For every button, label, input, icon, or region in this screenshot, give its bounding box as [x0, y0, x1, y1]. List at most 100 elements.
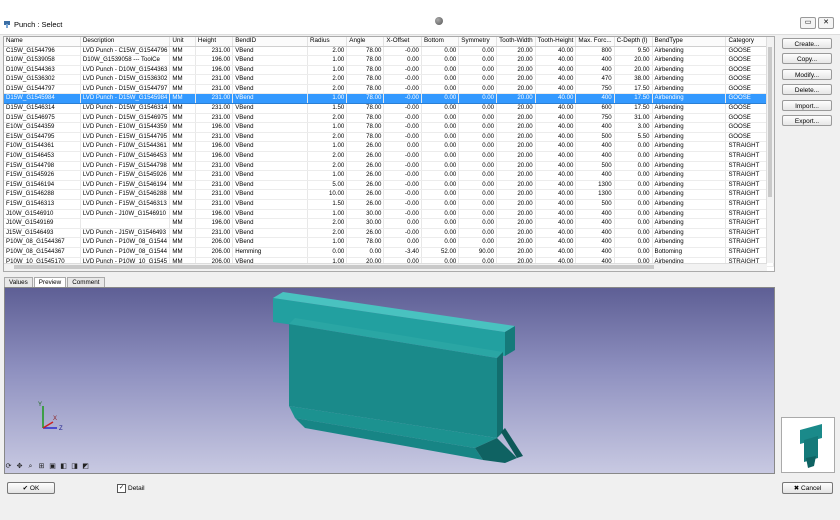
- table-row[interactable]: D10W_G1544363 LVD Punch - D10W_G1544363 MM…: [4, 65, 774, 76]
- table-cell: Airbending: [652, 199, 727, 210]
- table-cell: MM: [169, 46, 196, 57]
- table-cell: 40.00: [535, 65, 577, 76]
- table-row[interactable]: P10W_08_G1544367 LVD Punch - P10W_08_G154…: [4, 237, 774, 248]
- rotate-icon[interactable]: ⟳: [4, 462, 13, 471]
- column-header[interactable]: BendID: [232, 37, 308, 47]
- export-button[interactable]: Export...: [782, 114, 832, 126]
- tab-comment[interactable]: Comment: [67, 277, 105, 287]
- table-cell: 40.00: [535, 103, 577, 114]
- modify-button[interactable]: Modify...: [782, 68, 832, 80]
- table-cell: 5.50: [614, 132, 653, 143]
- tab-values[interactable]: Values: [4, 277, 33, 287]
- table-cell: 78.00: [346, 55, 385, 66]
- column-header[interactable]: Tooth-Width: [496, 37, 536, 47]
- table-cell: 20.00: [496, 65, 536, 76]
- column-header[interactable]: Symmetry: [458, 37, 498, 47]
- column-header[interactable]: Radius: [307, 37, 348, 47]
- column-header[interactable]: Tooth-Height: [535, 37, 577, 47]
- table-row[interactable]: P10W_08_G1544367 LVD Punch - P10W_08_G154…: [4, 247, 774, 258]
- table-row[interactable]: F10W_G1546453 LVD Punch - F10W_G1546453 MM…: [4, 151, 774, 162]
- view-iso-icon[interactable]: ◩: [81, 462, 90, 471]
- table-cell: 2.00: [307, 74, 348, 85]
- zoom-icon[interactable]: ⌕: [26, 462, 35, 471]
- table-cell: 78.00: [346, 65, 385, 76]
- table-cell: Airbending: [652, 46, 727, 57]
- table-row[interactable]: J10W_G1549169 MM 196.00 VBend 2.00 30.00 0.00 0…: [4, 218, 774, 229]
- pan-icon[interactable]: ✥: [15, 462, 24, 471]
- detail-checkbox-row[interactable]: ✓ Detail: [117, 484, 145, 493]
- column-header[interactable]: Height: [195, 37, 234, 47]
- table-row[interactable]: E15W_G1544795 LVD Punch - E15W_G1544795 MM…: [4, 132, 774, 143]
- table-row[interactable]: D15W_G1545984 LVD Punch - D15W_G1545984 MM…: [4, 93, 774, 105]
- detail-checkbox[interactable]: ✓: [117, 484, 126, 493]
- status-orb-icon: [435, 17, 443, 25]
- table-cell: -0.00: [383, 122, 422, 133]
- column-header[interactable]: Name: [4, 37, 81, 47]
- preview-3d-viewport[interactable]: Y Z X: [4, 287, 775, 474]
- table-row[interactable]: J15W_G1546493 LVD Punch - J15W_G1546493 MM…: [4, 228, 774, 239]
- table-row[interactable]: F10W_G1544361 LVD Punch - F10W_G1544361 MM…: [4, 141, 774, 153]
- table-cell: Airbending: [652, 84, 727, 95]
- table-cell: -0.00: [383, 93, 422, 105]
- vertical-scrollbar[interactable]: [766, 37, 774, 263]
- table-cell: 0.00: [421, 209, 460, 220]
- table-cell: 30.00: [346, 209, 385, 220]
- table-cell: 40.00: [535, 46, 577, 57]
- table-cell: 0.00: [614, 199, 653, 210]
- table-cell: 78.00: [346, 93, 385, 105]
- view-front-icon[interactable]: ◧: [59, 462, 68, 471]
- column-header[interactable]: Bottom: [421, 37, 460, 47]
- table-row[interactable]: F15W_G1546194 LVD Punch - F15W_G1546194 MM…: [4, 180, 774, 191]
- table-row[interactable]: E10W_G1544359 LVD Punch - E10W_G1544359 MM…: [4, 122, 774, 133]
- table-row[interactable]: J10W_G1546910 LVD Punch - J10W_G1546910 MM…: [4, 209, 774, 220]
- table-cell: 40.00: [535, 180, 577, 191]
- column-header[interactable]: Description: [80, 37, 171, 47]
- table-row[interactable]: D15W_G1546314 LVD Punch - D15W_G1546314 MM…: [4, 103, 774, 114]
- column-header[interactable]: Unit: [169, 37, 196, 47]
- fit-icon[interactable]: ▣: [48, 462, 57, 471]
- view-side-icon[interactable]: ◨: [70, 462, 79, 471]
- table-row[interactable]: F15W_G1544798 LVD Punch - F15W_G1544798 MM…: [4, 161, 774, 172]
- punch-select-window: Punch : Select ▭ ✕ Name Description Unit He…: [0, 0, 840, 520]
- axis-label-z: Z: [59, 426, 63, 432]
- table-row[interactable]: D15W_G1536302 LVD Punch - D15W_G1536302 MM…: [4, 74, 774, 85]
- table-cell: 1300: [575, 180, 615, 191]
- table-cell: MM: [169, 65, 196, 76]
- table-cell: 0.00: [421, 141, 460, 153]
- window-close-icon[interactable]: ✕: [818, 17, 834, 29]
- horizontal-scrollbar[interactable]: [4, 263, 767, 271]
- table-row[interactable]: D10W_G1539058 D10W_G1539058 --- ToolCe MM 1…: [4, 55, 774, 66]
- table-cell: 52.00: [421, 247, 460, 258]
- table-cell: VBend: [232, 132, 308, 143]
- table-cell: Airbending: [652, 237, 727, 248]
- table-cell: 0.00: [614, 247, 653, 258]
- column-header[interactable]: C-Depth (l): [614, 37, 653, 47]
- window-restore-icon[interactable]: ▭: [800, 17, 816, 29]
- column-header[interactable]: X-Offset: [383, 37, 422, 47]
- table-row[interactable]: D15W_G1546975 LVD Punch - D15W_G1546975 MM…: [4, 113, 774, 124]
- table-row[interactable]: F15W_G1545926 LVD Punch - F15W_G1545926 MM…: [4, 170, 774, 181]
- table-cell: 20.00: [496, 132, 536, 143]
- cancel-button[interactable]: ✖ Cancel: [782, 482, 833, 494]
- table-cell: 470: [575, 74, 615, 85]
- ok-button[interactable]: ✔ OK: [7, 482, 55, 494]
- zoom-window-icon[interactable]: ⊞: [37, 462, 46, 471]
- column-header[interactable]: BendType: [652, 37, 727, 47]
- column-header[interactable]: Angle: [346, 37, 385, 47]
- table-cell: [80, 218, 171, 229]
- punch-grid: Name Description Unit Height BendID Radius Ang…: [4, 37, 774, 268]
- table-cell: Airbending: [652, 55, 727, 66]
- copy-button[interactable]: Copy...: [782, 53, 832, 65]
- table-row[interactable]: C15W_G1544796 LVD Punch - C15W_G1544796 MM…: [4, 46, 774, 57]
- table-cell: F10W_G1546453: [4, 151, 81, 162]
- column-header[interactable]: Max. Forc...: [575, 37, 615, 47]
- create-button[interactable]: Create...: [782, 38, 832, 49]
- table-row[interactable]: F15W_G1546313 LVD Punch - F15W_G1546313 MM…: [4, 199, 774, 210]
- preview-thumbnail: [781, 417, 835, 473]
- table-cell: LVD Punch - P10W_08_G1544: [80, 247, 171, 258]
- delete-button[interactable]: Delete...: [782, 84, 832, 96]
- table-cell: 0.00: [421, 170, 460, 181]
- table-row[interactable]: F15W_G1546288 LVD Punch - F15W_G1546288 MM…: [4, 189, 774, 200]
- table-row[interactable]: D15W_G1544797 LVD Punch - D15W_G1544797 MM…: [4, 84, 774, 95]
- import-button[interactable]: Import...: [782, 99, 832, 111]
